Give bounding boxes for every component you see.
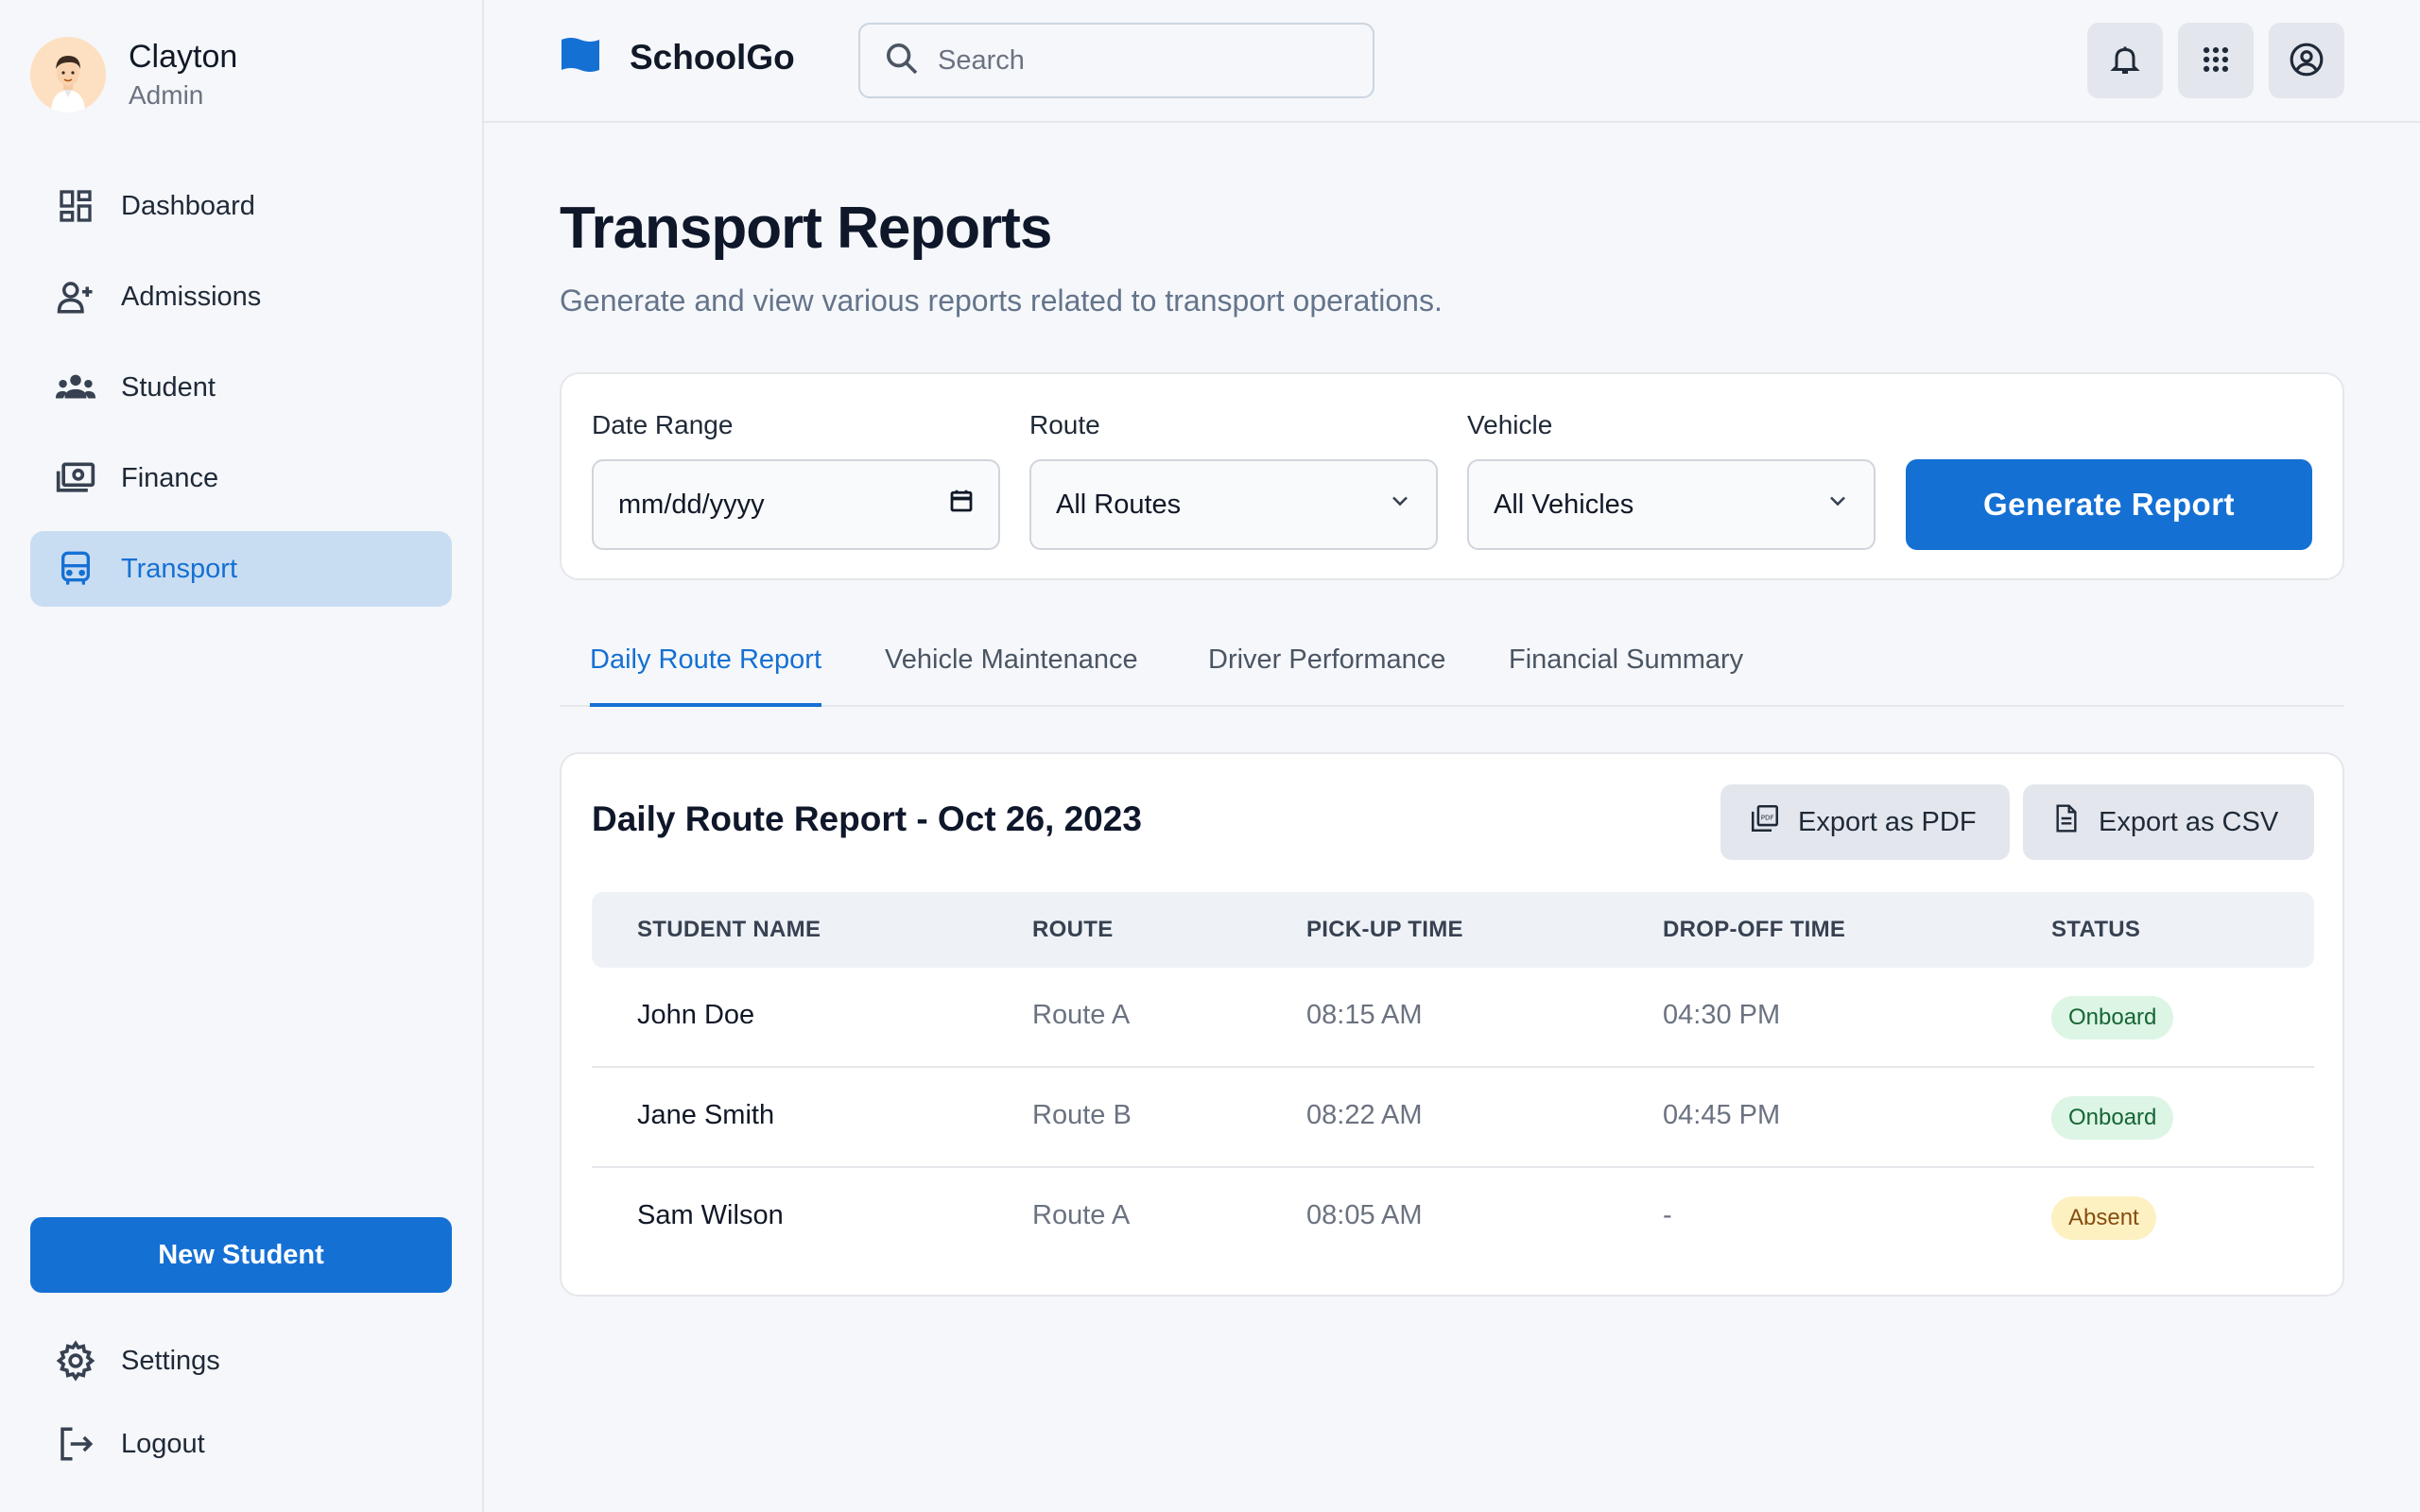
group-icon [53,365,98,410]
column-header[interactable]: PICK-UP TIME [1306,917,1463,943]
student-name: Sam Wilson [637,1200,784,1230]
sidebar-item-logout[interactable]: Logout [30,1406,452,1482]
notifications-button[interactable] [2087,23,2163,98]
dashboard-icon [53,183,98,229]
export-csv-button[interactable]: Export as CSV [2023,784,2314,860]
sidebar-nav: Dashboard Admissions Student Finance Tra… [30,168,452,622]
sidebar-item-dashboard[interactable]: Dashboard [30,168,452,244]
status-badge: Onboard [2051,1096,2174,1140]
date-value: mm/dd/yyyy [618,489,765,520]
dropoff-time: - [1663,1200,1672,1230]
avatar [30,37,106,112]
export-pdf-label: Export as PDF [1798,806,1977,837]
tab-daily-route-report[interactable]: Daily Route Report [590,644,821,707]
dropoff-time: 04:30 PM [1663,1000,1781,1030]
export-csv-label: Export as CSV [2099,806,2279,837]
column-header[interactable]: ROUTE [1032,917,1114,943]
top-bar: SchoolGo [484,0,2420,123]
sidebar-item-settings[interactable]: Settings [30,1323,452,1399]
apps-button[interactable] [2178,23,2254,98]
student-name: Jane Smith [637,1100,775,1130]
sidebar: Clayton Admin Dashboard Admissions Stude… [0,0,484,1512]
route-cell: Route A [1032,1000,1131,1030]
search-box[interactable] [858,23,1374,98]
page-title: Transport Reports [560,196,1052,261]
pickup-time: 08:22 AM [1306,1100,1423,1130]
sidebar-item-label: Student [121,371,216,403]
vehicle-value: All Vehicles [1494,489,1634,520]
vehicle-label: Vehicle [1467,410,1553,439]
account-button[interactable] [2269,23,2344,98]
bus-icon [53,546,98,592]
sidebar-item-label: Dashboard [121,190,255,221]
logout-icon [53,1421,98,1467]
column-header[interactable]: DROP-OFF TIME [1663,917,1845,943]
route-select[interactable]: All Routes [1029,459,1438,550]
new-student-button[interactable]: New Student [30,1217,452,1293]
date-range-input[interactable]: mm/dd/yyyy [592,459,1000,550]
brand[interactable]: SchoolGo [560,36,795,78]
chevron-down-icon [1824,488,1851,522]
table-row[interactable]: John Doe Route A 08:15 AM 04:30 PM Onboa… [592,968,2314,1068]
document-icon [2051,803,2082,841]
sidebar-item-admissions[interactable]: Admissions [30,259,452,335]
export-pdf-button[interactable]: PDF Export as PDF [1720,784,2010,860]
svg-text:PDF: PDF [1761,813,1774,821]
account-circle-icon [2289,42,2325,80]
logout-label: Logout [121,1428,205,1459]
apps-grid-icon [2200,43,2232,78]
person-add-icon [53,274,98,319]
chevron-down-icon [1387,488,1413,522]
calendar-icon [947,487,976,523]
status-badge: Onboard [2051,996,2174,1040]
column-header[interactable]: STATUS [2051,917,2140,943]
dropoff-time: 04:45 PM [1663,1100,1781,1130]
user-name: Clayton [129,39,238,75]
brand-name: SchoolGo [630,37,795,77]
pickup-time: 08:15 AM [1306,1000,1423,1030]
search-input[interactable] [938,44,1354,77]
student-name: John Doe [637,1000,755,1030]
route-label: Route [1029,410,1100,439]
tab-financial-summary[interactable]: Financial Summary [1509,644,1743,707]
report-card: Daily Route Report - Oct 26, 2023 PDF Ex… [560,752,2344,1297]
status-badge: Absent [2051,1196,2156,1240]
sidebar-item-label: Transport [121,553,238,584]
gear-icon [53,1338,98,1383]
pickup-time: 08:05 AM [1306,1200,1423,1230]
report-filters: Date Range mm/dd/yyyy Route All Routes V… [560,372,2344,580]
sidebar-item-finance[interactable]: Finance [30,440,452,516]
date-range-label: Date Range [592,410,734,439]
sidebar-bottom-nav: Settings Logout [30,1323,452,1489]
vehicle-select[interactable]: All Vehicles [1467,459,1876,550]
tab-vehicle-maintenance[interactable]: Vehicle Maintenance [885,644,1138,707]
table-row[interactable]: Sam Wilson Route A 08:05 AM - Absent [592,1168,2314,1268]
table-row[interactable]: Jane Smith Route B 08:22 AM 04:45 PM Onb… [592,1068,2314,1168]
report-tabs: Daily Route Report Vehicle Maintenance D… [560,633,2344,707]
page-subtitle: Generate and view various reports relate… [560,284,1443,318]
bell-icon [2108,43,2142,79]
table-header: STUDENT NAME ROUTE PICK-UP TIME DROP-OFF… [592,892,2314,968]
user-profile[interactable]: Clayton Admin [30,36,237,113]
search-icon [883,40,921,82]
route-cell: Route B [1032,1100,1132,1130]
route-cell: Route A [1032,1200,1131,1230]
generate-report-button[interactable]: Generate Report [1906,459,2312,550]
route-value: All Routes [1056,489,1182,520]
sidebar-item-label: Finance [121,462,219,493]
money-icon [53,455,98,501]
column-header[interactable]: STUDENT NAME [637,917,821,943]
user-role: Admin [129,80,204,110]
tab-driver-performance[interactable]: Driver Performance [1208,644,1445,707]
sidebar-item-student[interactable]: Student [30,350,452,425]
report-title: Daily Route Report - Oct 26, 2023 [592,799,1142,838]
flag-logo-icon [560,36,601,78]
settings-label: Settings [121,1345,220,1376]
pdf-icon: PDF [1749,802,1781,842]
sidebar-item-transport[interactable]: Transport [30,531,452,607]
sidebar-item-label: Admissions [121,281,262,312]
